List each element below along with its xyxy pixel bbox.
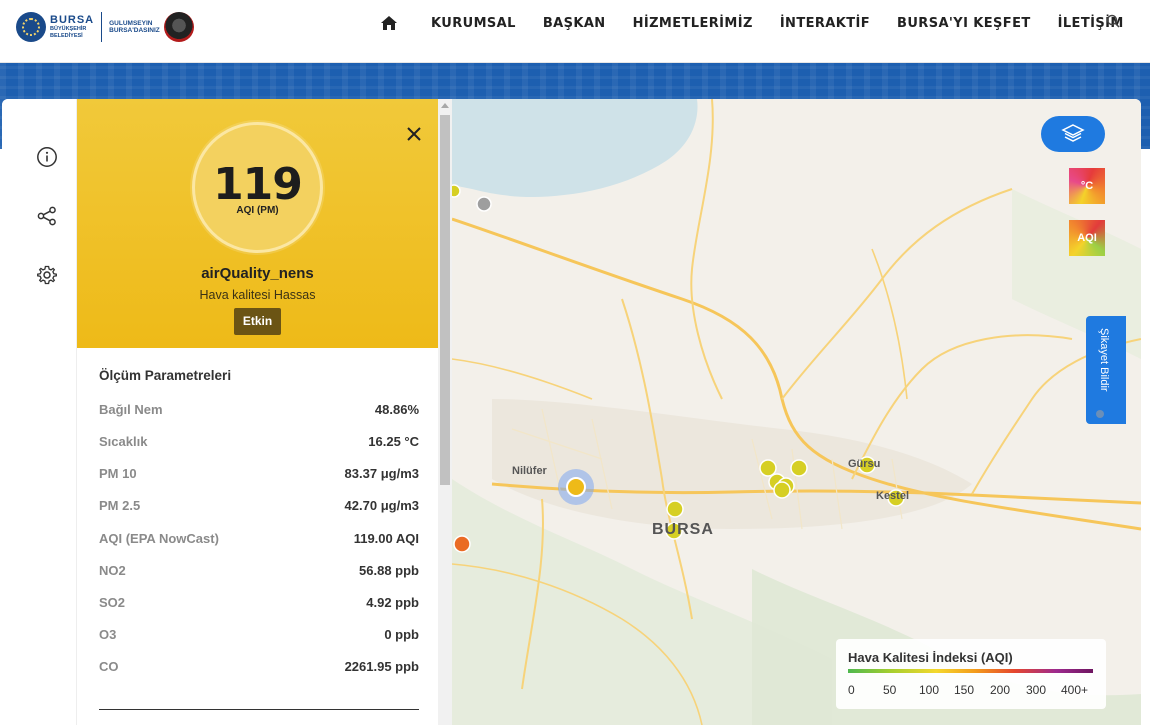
param-value: 119.00 AQI [353,531,419,546]
aqi-circle: 119 AQI (PM) [192,122,323,253]
station-description: Hava kalitesi Hassas [199,288,316,302]
panel-divider [99,709,419,710]
legend-label: 150 [954,683,975,697]
nav-item-bursayi-kesfet[interactable]: BURSA'YI KEŞFET [897,16,1031,31]
nav-item-hizmetlerimiz[interactable]: HİZMETLERİMİZ [633,16,753,31]
panel-scrollbar[interactable] [438,99,452,725]
station-name: airQuality_nens [201,265,314,282]
params-title: Ölçüm Parametreleri [99,368,232,383]
map-view[interactable]: Nilüfer BURSA Gürsu Kestel °C AQI Şikaye… [452,99,1141,725]
param-label: SO2 [99,595,126,610]
search-icon[interactable] [1106,14,1120,28]
logo-text: BURSA BÜYÜKŞEHİR BELEDİYESİ [50,15,94,39]
param-label: PM 10 [99,466,137,481]
station-marker[interactable] [790,459,808,477]
map-canvas [452,99,1141,725]
logo-slogan: GULUMSEYIN BURSA'DASINIZ [109,20,160,34]
param-value: 56.88 ppb [359,563,419,578]
legend-label: 50 [883,683,897,697]
temperature-layer-button[interactable]: °C [1069,168,1105,204]
station-marker-offline[interactable] [476,196,492,212]
param-row: PM 10 83.37 μg/m3 [99,466,419,486]
param-value: 42.70 μg/m3 [344,498,419,513]
param-value: 4.92 ppb [366,595,419,610]
legend-label: 200 [990,683,1011,697]
legend-label: 300 [1026,683,1047,697]
param-row: Sıcaklık 16.25 °C [99,434,419,454]
logo-sub2: BELEDİYESİ [50,32,83,39]
param-row: O3 0 ppb [99,627,419,647]
station-marker-unhealthy[interactable] [453,535,471,553]
param-label: AQI (EPA NowCast) [99,531,219,546]
param-row: SO2 4.92 ppb [99,595,419,615]
param-value: 2261.95 ppb [344,659,419,674]
logo-sub1: BÜYÜKŞEHİR [50,26,87,32]
legend-label: 0 [848,683,855,697]
city-label-kestel: Kestel [876,490,910,502]
selected-station-marker[interactable] [566,477,586,497]
legend-label: 400+ [1061,683,1089,697]
share-icon[interactable] [36,205,58,227]
param-label: Sıcaklık [99,434,148,449]
status-badge: Etkin [234,308,281,335]
close-icon[interactable] [406,126,422,142]
scroll-up-arrow-icon[interactable] [441,103,449,108]
nav-item-kurumsal[interactable]: KURUMSAL [431,16,516,31]
param-row: PM 2.5 42.70 μg/m3 [99,498,419,518]
main-nav: KURUMSAL BAŞKAN HİZMETLERİMİZ İNTERAKTİF… [380,14,1150,32]
city-label-nilufer: Nilüfer [512,465,547,477]
layers-button[interactable] [1041,116,1105,152]
aqi-layer-label: AQI [1077,232,1097,244]
site-logo[interactable]: BURSA BÜYÜKŞEHİR BELEDİYESİ GULUMSEYIN B… [16,8,194,46]
home-icon[interactable] [380,14,398,32]
param-row: Bağıl Nem 48.86% [99,402,419,422]
municipality-emblem-icon [16,12,46,42]
complaint-indicator [1096,410,1104,418]
param-row: CO 2261.95 ppb [99,659,419,679]
station-marker[interactable] [773,481,791,499]
temperature-layer-label: °C [1080,180,1094,192]
param-row: NO2 56.88 ppb [99,563,419,583]
nav-item-interaktif[interactable]: İNTERAKTİF [780,16,870,31]
slogan-line-1: GULUMSEYIN [109,19,153,27]
legend-label: 100 [919,683,940,697]
aqi-legend: Hava Kalitesi İndeksi (AQI) 0 50 100 150… [836,639,1106,709]
param-label: Bağıl Nem [99,402,163,417]
station-marker[interactable] [666,500,684,518]
logo-separator [101,12,103,42]
param-label: PM 2.5 [99,498,141,513]
param-label: NO2 [99,563,126,578]
legend-title: Hava Kalitesi İndeksi (AQI) [848,650,1013,665]
tool-rail [2,99,77,725]
city-label-bursa: BURSA [652,521,714,538]
station-summary: 119 AQI (PM) airQuality_nens Hava kalite… [77,99,438,348]
param-value: 48.86% [374,402,419,417]
aqi-unit: AQI (PM) [236,205,279,216]
logo-title: BURSA [50,14,95,26]
param-label: CO [99,659,119,674]
param-value: 0 ppb [384,627,419,642]
map-card: 119 AQI (PM) airQuality_nens Hava kalite… [2,99,1141,725]
portrait-badge-icon [163,12,194,42]
aqi-value: 119 [213,159,303,210]
layers-icon [1061,124,1085,142]
nav-item-baskan[interactable]: BAŞKAN [543,16,606,31]
info-icon[interactable] [36,146,58,168]
param-value: 16.25 °C [368,434,419,449]
city-label-gursu: Gürsu [848,458,881,470]
scroll-thumb[interactable] [440,115,450,485]
station-marker[interactable] [452,184,461,198]
slogan-line-2: BURSA'DASINIZ [109,27,160,34]
complaint-label: Şikayet Bildir [1098,328,1110,392]
aqi-layer-button[interactable]: AQI [1069,220,1105,256]
legend-color-scale [848,669,1093,673]
param-value: 83.37 μg/m3 [344,466,419,481]
param-label: O3 [99,627,117,642]
complaint-button[interactable]: Şikayet Bildir [1086,316,1126,424]
param-row: AQI (EPA NowCast) 119.00 AQI [99,531,419,551]
gear-icon[interactable] [36,264,58,286]
station-marker[interactable] [759,459,777,477]
site-header: BURSA BÜYÜKŞEHİR BELEDİYESİ GULUMSEYIN B… [0,0,1150,63]
station-info-panel: 119 AQI (PM) airQuality_nens Hava kalite… [77,99,438,725]
